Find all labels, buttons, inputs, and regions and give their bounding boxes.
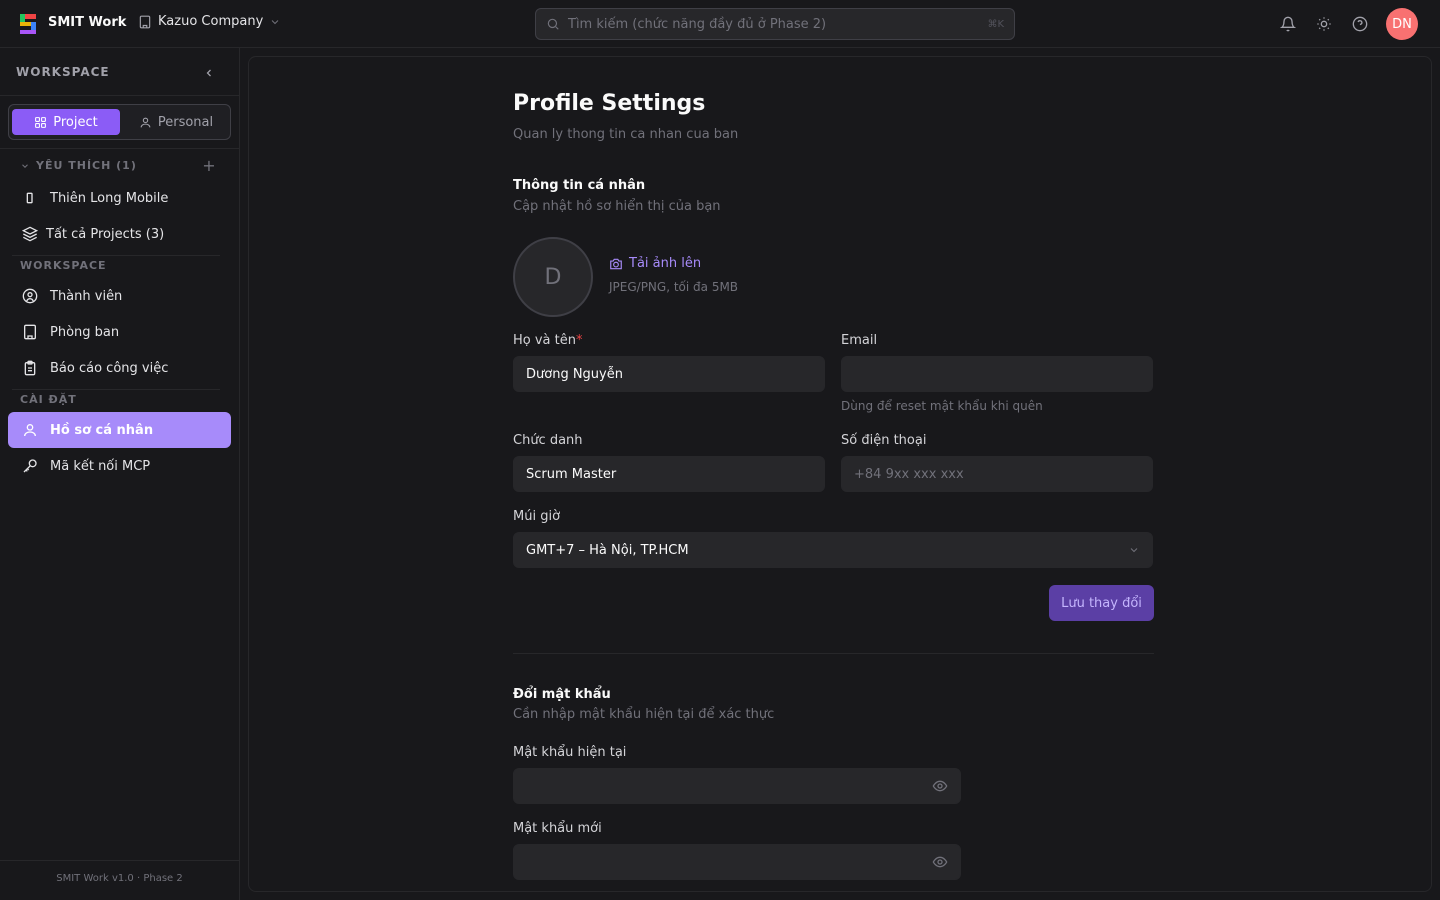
company-switcher[interactable]: Kazuo Company	[138, 14, 281, 29]
sidebar-item-work-reports[interactable]: Báo cáo công việc	[8, 350, 231, 386]
page-title: Profile Settings	[513, 91, 706, 116]
workspace-group-label: WORKSPACE	[20, 259, 107, 272]
profile-avatar: D	[513, 237, 593, 317]
favorites-toggle[interactable]: YÊU THÍCH (1)	[20, 159, 137, 172]
sun-icon	[1317, 17, 1331, 31]
sidebar: WORKSPACE Project Personal YÊU THÍCH (1)…	[0, 48, 240, 900]
personal-info-title: Thông tin cá nhân	[513, 178, 646, 193]
add-favorite-button[interactable]: +	[202, 158, 216, 174]
key-icon	[23, 459, 37, 473]
timezone-select[interactable]: GMT+7 – Hà Nội, TP.HCM	[513, 532, 1153, 568]
email-label: Email	[841, 333, 878, 348]
tab-personal[interactable]: Personal	[126, 109, 226, 135]
fullname-field[interactable]: Dương Nguyễn	[513, 356, 825, 392]
help-circle-icon	[1352, 16, 1368, 32]
sidebar-item-departments[interactable]: Phòng ban	[8, 314, 231, 350]
sidebar-item-label: Hồ sơ cá nhân	[50, 422, 154, 438]
eye-icon[interactable]	[932, 778, 948, 794]
sidebar-item-label: Phòng ban	[50, 324, 120, 340]
mode-switcher: Project Personal	[8, 104, 231, 140]
page-subtitle: Quan ly thong tin ca nhan cua ban	[513, 127, 739, 142]
new-password-label: Mật khẩu mới	[513, 821, 602, 836]
sidebar-item-label: Thiên Long Mobile	[50, 190, 169, 206]
section-divider	[513, 653, 1154, 654]
company-name: Kazuo Company	[158, 14, 264, 29]
version-footer: SMIT Work v1.0 · Phase 2	[56, 873, 183, 884]
eye-icon[interactable]	[932, 854, 948, 870]
tab-project-label: Project	[53, 114, 98, 130]
save-changes-button[interactable]: Lưu thay đổi	[1049, 585, 1154, 621]
sidebar-item-profile[interactable]: Hồ sơ cá nhân	[8, 412, 231, 448]
upload-photo-button[interactable]: Tải ảnh lên	[609, 256, 701, 271]
sidebar-item-label: Mã kết nối MCP	[50, 458, 151, 474]
timezone-value: GMT+7 – Hà Nội, TP.HCM	[526, 542, 689, 558]
chevron-down-icon	[22, 163, 28, 168]
favorites-label: YÊU THÍCH (1)	[36, 159, 137, 172]
brand-name: SMIT Work	[48, 15, 127, 30]
sidebar-item-label: Thành viên	[50, 288, 123, 304]
sidebar-title: WORKSPACE	[16, 65, 110, 79]
personal-info-subtitle: Cập nhật hồ sơ hiển thị của bạn	[513, 199, 721, 214]
change-password-subtitle: Cần nhập mật khẩu hiện tại để xác thực	[513, 707, 775, 722]
current-password-label: Mật khẩu hiện tại	[513, 745, 627, 760]
user-avatar[interactable]: DN	[1386, 8, 1418, 40]
sidebar-item-thien-long-mobile[interactable]: Thiên Long Mobile	[8, 180, 231, 216]
collapse-sidebar-button[interactable]	[200, 64, 218, 82]
settings-group-label: CÀI ĐẶT	[20, 393, 77, 406]
fullname-label-text: Họ và tên	[513, 333, 576, 348]
user-icon	[24, 424, 36, 437]
sidebar-item-mcp-key[interactable]: Mã kết nối MCP	[8, 448, 231, 484]
search-input[interactable]: Tìm kiếm (chức năng đầy đủ ở Phase 2) ⌘K	[535, 8, 1015, 40]
divider	[0, 95, 239, 96]
sidebar-item-all-projects[interactable]: Tất cả Projects (3)	[8, 216, 231, 252]
main-panel: Profile Settings Quan ly thong tin ca nh…	[248, 56, 1432, 892]
change-password-title: Đổi mật khẩu	[513, 687, 611, 702]
user-circle-icon	[22, 288, 38, 304]
timezone-label: Múi giờ	[513, 509, 561, 524]
required-marker: *	[576, 333, 583, 348]
divider	[12, 389, 220, 390]
notifications-button[interactable]	[1278, 14, 1298, 34]
help-button[interactable]	[1350, 14, 1370, 34]
email-hint: Dùng để reset mật khẩu khi quên	[841, 399, 1043, 413]
chevron-down-icon	[1130, 548, 1138, 553]
smartphone-icon	[26, 192, 33, 204]
theme-toggle-button[interactable]	[1314, 14, 1334, 34]
divider	[12, 255, 220, 256]
top-bar: SMIT Work Kazuo Company Tìm kiếm (chức n…	[0, 0, 1440, 48]
tab-personal-label: Personal	[157, 114, 214, 130]
clipboard-icon	[24, 360, 36, 376]
upload-label: Tải ảnh lên	[629, 256, 702, 271]
jobtitle-label: Chức danh	[513, 433, 583, 448]
smit-logo-icon	[20, 14, 36, 34]
grid-icon	[35, 116, 47, 128]
building-icon	[24, 324, 36, 340]
phone-label: Số điện thoại	[841, 433, 927, 448]
sidebar-item-label: Tất cả Projects (3)	[46, 226, 165, 242]
layers-icon	[22, 226, 38, 242]
camera-icon	[610, 258, 622, 269]
user-icon	[140, 117, 151, 127]
building-icon	[139, 15, 151, 28]
upload-hint: JPEG/PNG, tối đa 5MB	[609, 280, 739, 294]
sidebar-item-members[interactable]: Thành viên	[8, 278, 231, 314]
search-placeholder: Tìm kiếm (chức năng đầy đủ ở Phase 2)	[568, 16, 827, 32]
email-field[interactable]	[841, 356, 1153, 392]
chevron-left-icon	[206, 69, 211, 77]
bell-icon	[1280, 16, 1296, 32]
fullname-label: Họ và tên*	[513, 333, 583, 348]
current-password-field[interactable]	[513, 768, 961, 804]
search-icon	[547, 18, 559, 30]
jobtitle-field[interactable]: Scrum Master	[513, 456, 825, 492]
sidebar-item-label: Báo cáo công việc	[50, 360, 169, 376]
search-shortcut: ⌘K	[987, 18, 1004, 30]
chevron-down-icon	[271, 19, 279, 24]
new-password-field[interactable]	[513, 844, 961, 880]
tab-project[interactable]: Project	[12, 109, 120, 135]
phone-field[interactable]: +84 9xx xxx xxx	[841, 456, 1153, 492]
divider	[0, 148, 239, 149]
divider	[0, 860, 239, 861]
